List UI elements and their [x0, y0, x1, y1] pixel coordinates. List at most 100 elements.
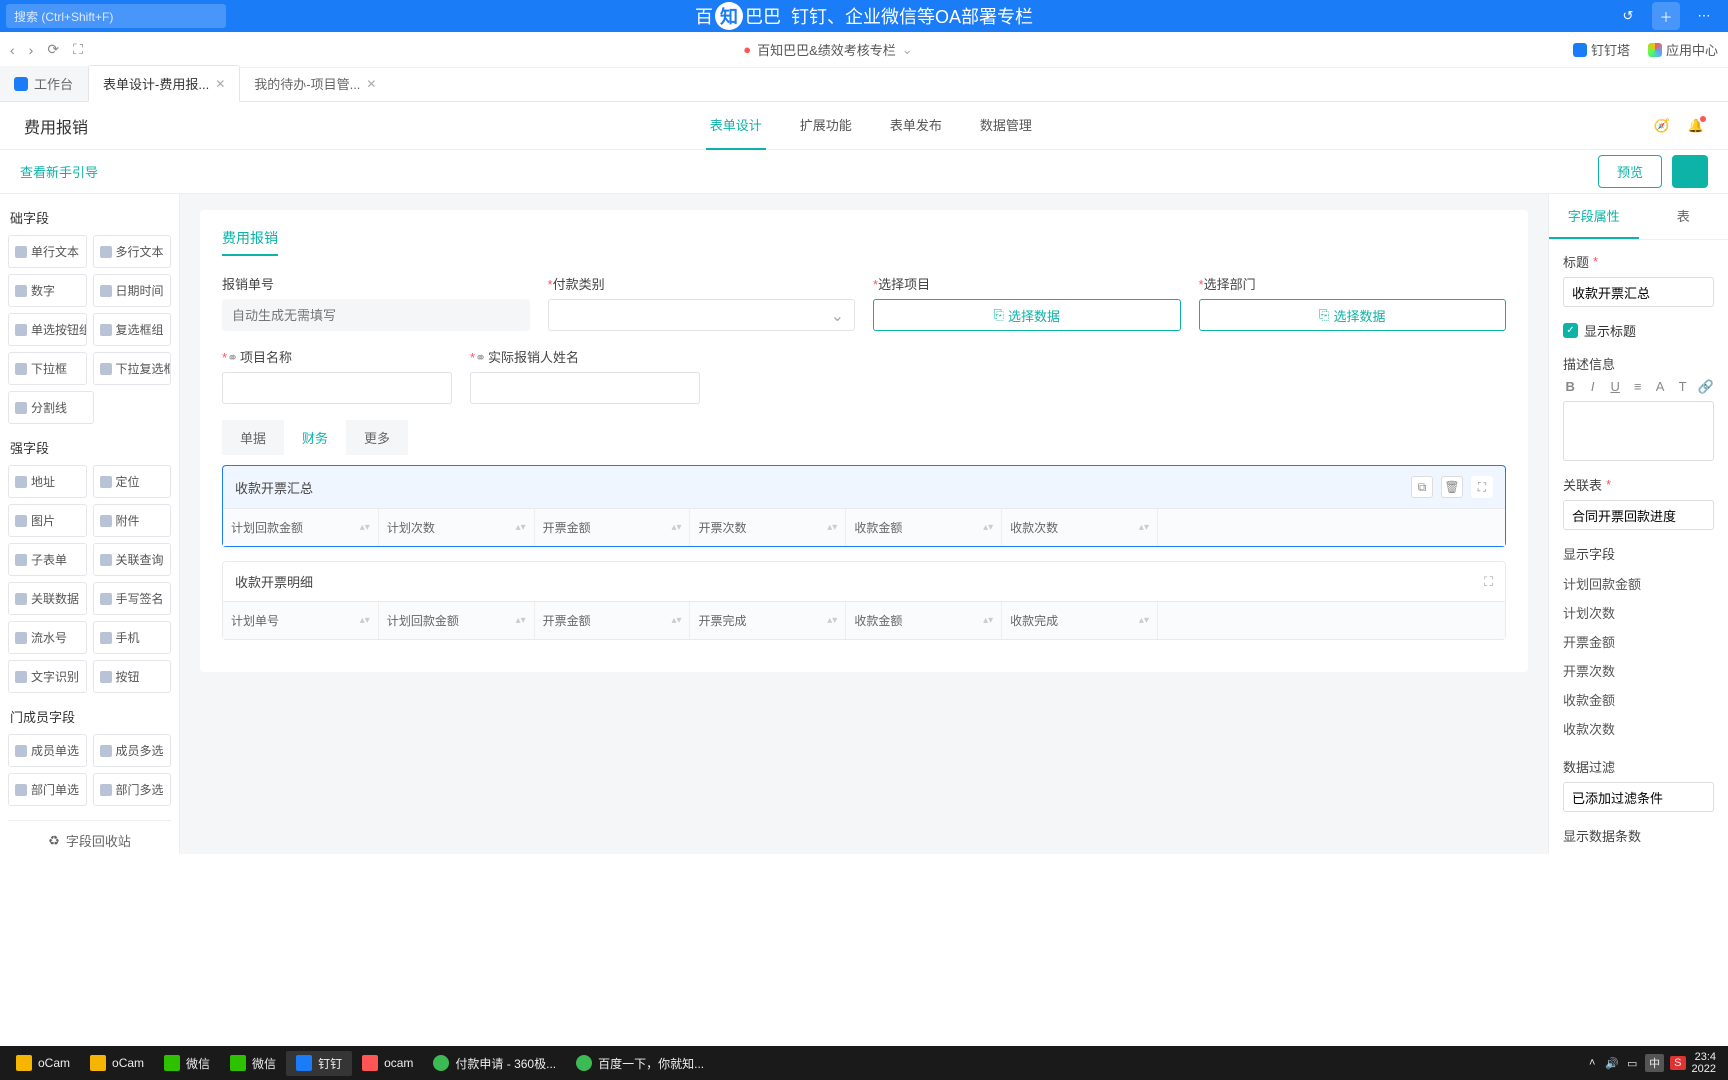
field-recycle[interactable]: ♻字段回收站 [8, 820, 171, 854]
tab-form-design[interactable]: 表单设计-费用报...✕ [88, 65, 240, 102]
back-icon[interactable]: ‹ [10, 42, 15, 58]
tab-home[interactable]: 工作台 [0, 66, 88, 101]
bell-icon[interactable]: 🔔 [1688, 118, 1704, 134]
subtab-bill[interactable]: 单据 [222, 420, 284, 455]
align-icon[interactable]: ≡ [1630, 379, 1644, 395]
task-item[interactable]: oCam [80, 1051, 154, 1075]
tray-net-icon[interactable]: ▭ [1625, 1056, 1639, 1070]
field-image[interactable]: 图片 [8, 504, 87, 537]
task-item[interactable]: oCam [6, 1051, 80, 1075]
ime-badge[interactable]: 中 [1645, 1054, 1664, 1072]
subtab-more[interactable]: 更多 [346, 420, 408, 455]
field-number[interactable]: 数字 [8, 274, 87, 307]
list-item[interactable]: 计划回款金额 [1563, 569, 1714, 598]
list-item[interactable]: 开票金额 [1563, 627, 1714, 656]
section-invoice-summary[interactable]: 收款开票汇总 ⧉ 🗑 ⛶ 计划回款金额▴▾ 计划次数▴▾ 开票金额▴▾ 开票次数… [222, 465, 1506, 547]
forward-icon[interactable]: › [29, 42, 34, 58]
field-textarea[interactable]: 多行文本 [93, 235, 172, 268]
desc-textarea[interactable] [1563, 401, 1714, 461]
field-rel-data[interactable]: 关联数据 [8, 582, 87, 615]
fullscreen-icon[interactable]: ⛶ [1484, 574, 1493, 590]
tab-extensions[interactable]: 扩展功能 [796, 101, 856, 150]
close-icon[interactable]: ✕ [215, 77, 225, 91]
field-rel-query[interactable]: 关联查询 [93, 543, 172, 576]
field-phone[interactable]: 手机 [93, 621, 172, 654]
task-item[interactable]: 微信 [220, 1051, 286, 1076]
field-project[interactable]: *选择项目 ⎘选择数据 [873, 274, 1181, 331]
task-item[interactable]: 钉钉 [286, 1051, 352, 1076]
radio-multi[interactable]: 多条 [1628, 851, 1673, 854]
sort-icon[interactable]: ▴▾ [827, 618, 837, 624]
field-select[interactable]: 下拉框 [8, 352, 87, 385]
guide-link[interactable]: 查看新手引导 [20, 162, 98, 181]
copy-icon[interactable]: ⧉ [1411, 476, 1433, 498]
task-item[interactable]: 百度一下，你就知... [566, 1051, 714, 1076]
tab-data-manage[interactable]: 数据管理 [976, 101, 1036, 150]
sort-icon[interactable]: ▴▾ [983, 525, 993, 531]
field-dept-single[interactable]: 部门单选 [8, 773, 87, 806]
search-input[interactable]: 搜索 (Ctrl+Shift+F) [6, 4, 226, 28]
list-item[interactable]: 收款金额 [1563, 685, 1714, 714]
field-signature[interactable]: 手写签名 [93, 582, 172, 615]
filter-input[interactable] [1563, 782, 1714, 812]
sort-icon[interactable]: ▴▾ [983, 618, 993, 624]
breadcrumb[interactable]: ● 百知巴巴&绩效考核专栏 ⌄ [97, 40, 1559, 59]
expand-icon[interactable]: ⛶ [73, 41, 83, 58]
field-address[interactable]: 地址 [8, 465, 87, 498]
sort-icon[interactable]: ▴▾ [671, 618, 681, 624]
reporter-input[interactable] [470, 372, 700, 404]
tab-publish[interactable]: 表单发布 [886, 101, 946, 150]
sort-icon[interactable]: ▴▾ [516, 618, 526, 624]
select-dept-button[interactable]: ⎘选择数据 [1199, 299, 1507, 331]
field-serial[interactable]: 流水号 [8, 621, 87, 654]
tab-todo[interactable]: 我的待办-项目管...✕ [240, 66, 391, 101]
tray-up-icon[interactable]: ˄ [1585, 1056, 1599, 1070]
rel-table-input[interactable] [1563, 500, 1714, 530]
field-divider[interactable]: 分割线 [8, 391, 94, 424]
list-item[interactable]: 开票次数 [1563, 656, 1714, 685]
field-location[interactable]: 定位 [93, 465, 172, 498]
task-item[interactable]: 付款申请 - 360极... [423, 1051, 566, 1076]
field-datetime[interactable]: 日期时间 [93, 274, 172, 307]
rp-tab-form[interactable]: 表 [1639, 194, 1728, 239]
field-text[interactable]: 单行文本 [8, 235, 87, 268]
field-attachment[interactable]: 附件 [93, 504, 172, 537]
field-multiselect[interactable]: 下拉复选框 [93, 352, 172, 385]
close-icon[interactable]: ✕ [366, 77, 376, 91]
menu-icon[interactable]: ⋯ [1690, 2, 1718, 30]
save-button[interactable] [1672, 155, 1708, 188]
field-order-no[interactable]: 报销单号 [222, 274, 530, 331]
sort-icon[interactable]: ▴▾ [1139, 618, 1149, 624]
sort-icon[interactable]: ▴▾ [516, 525, 526, 531]
field-ocr[interactable]: 文字识别 [8, 660, 87, 693]
field-member-multi[interactable]: 成员多选 [93, 734, 172, 767]
delete-icon[interactable]: 🗑 [1441, 476, 1463, 498]
sort-icon[interactable]: ▴▾ [360, 618, 370, 624]
bold-icon[interactable]: B [1563, 379, 1577, 395]
app-center-link[interactable]: 应用中心 [1648, 40, 1718, 59]
sort-icon[interactable]: ▴▾ [360, 525, 370, 531]
font-icon[interactable]: T [1675, 379, 1689, 395]
link-icon[interactable]: 🔗 [1698, 379, 1714, 395]
field-subform[interactable]: 子表单 [8, 543, 87, 576]
sort-icon[interactable]: ▴▾ [827, 525, 837, 531]
preview-button[interactable]: 预览 [1598, 155, 1662, 188]
italic-icon[interactable]: I [1585, 379, 1599, 395]
tray-sound-icon[interactable]: 🔊 [1605, 1056, 1619, 1070]
dingding-link[interactable]: 钉钉塔 [1573, 40, 1630, 59]
title-input[interactable] [1563, 277, 1714, 307]
pay-type-select[interactable] [548, 299, 856, 331]
field-radio[interactable]: 单选按钮组 [8, 313, 87, 346]
sort-icon[interactable]: ▴▾ [1139, 525, 1149, 531]
color-icon[interactable]: A [1653, 379, 1667, 395]
subtab-finance[interactable]: 财务 [284, 420, 346, 455]
history-icon[interactable]: ↺ [1614, 2, 1642, 30]
field-pay-type[interactable]: *付款类别 [548, 274, 856, 331]
select-project-button[interactable]: ⎘选择数据 [873, 299, 1181, 331]
compass-icon[interactable]: 🧭 [1654, 118, 1670, 134]
field-project-name[interactable]: *⚭项目名称 [222, 347, 452, 404]
field-checkbox[interactable]: 复选框组 [93, 313, 172, 346]
task-item[interactable]: ocam [352, 1051, 423, 1075]
show-title-checkbox[interactable]: ✓显示标题 [1563, 321, 1714, 340]
task-item[interactable]: 微信 [154, 1051, 220, 1076]
